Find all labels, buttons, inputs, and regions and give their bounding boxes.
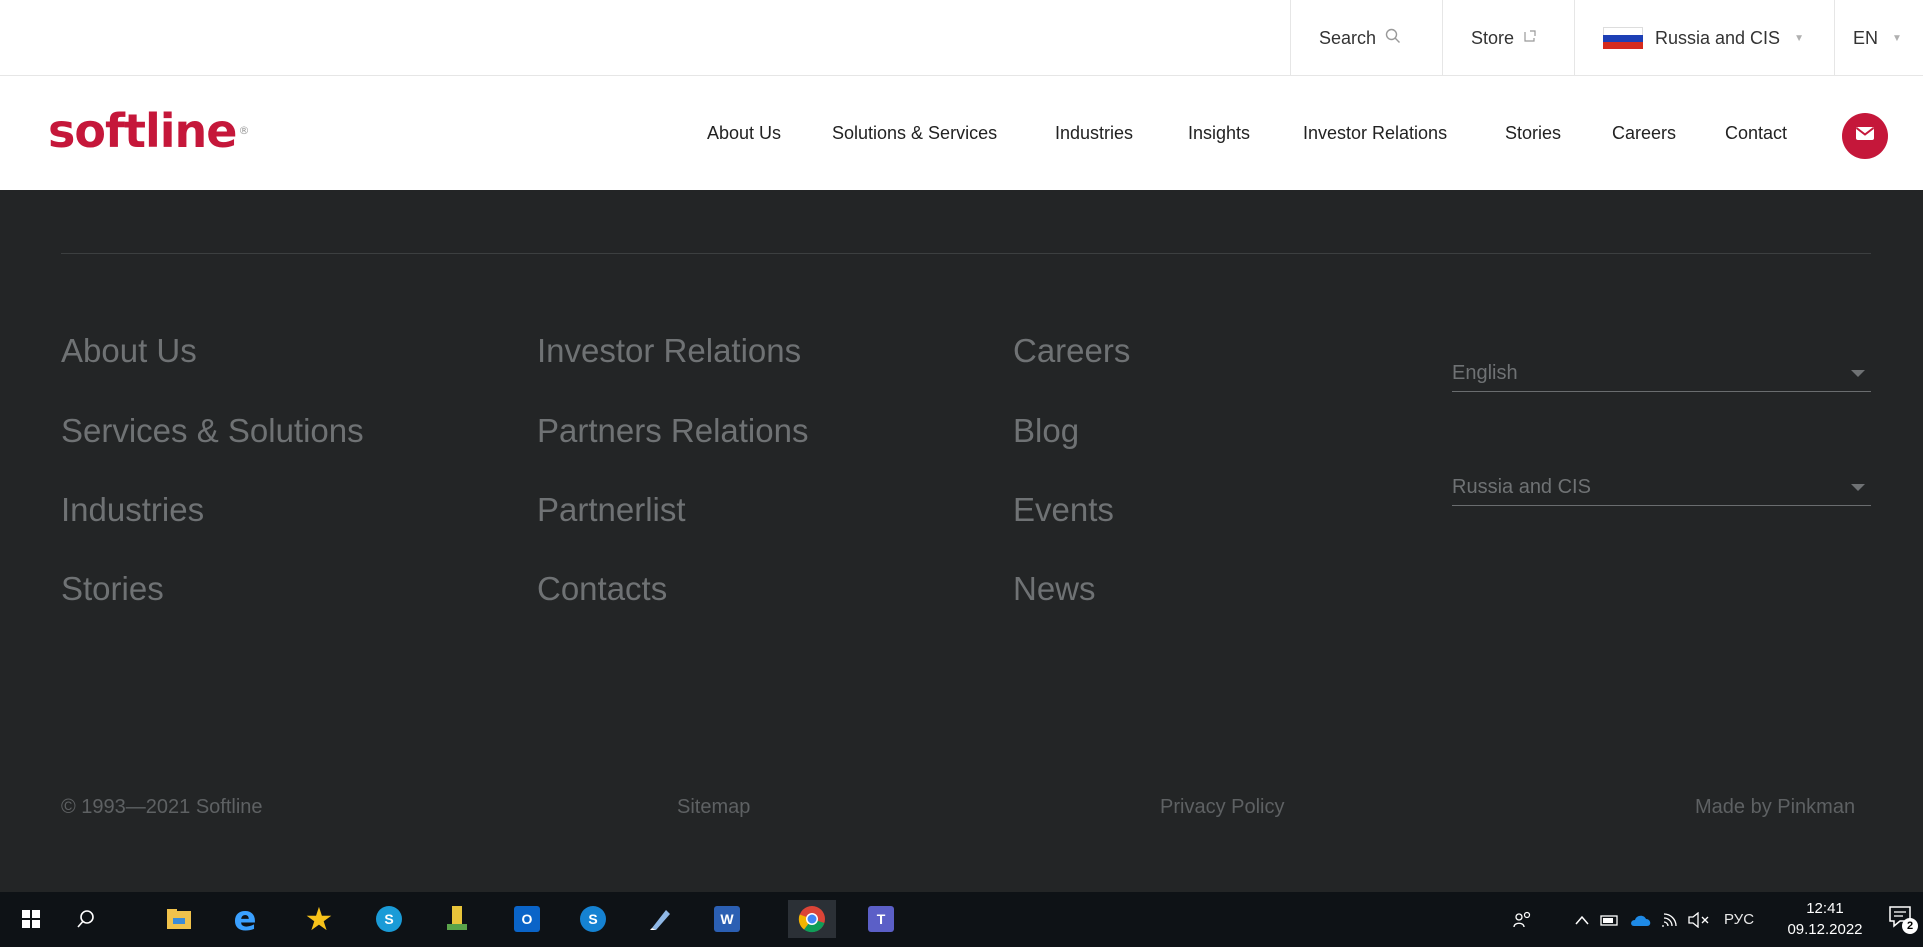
language-select-value: English	[1452, 362, 1518, 384]
footer-link-partners-relations[interactable]: Partners Relations	[537, 412, 808, 450]
footer-link-partnerlist[interactable]: Partnerlist	[537, 491, 686, 529]
region-select-value: Russia and CIS	[1452, 476, 1591, 498]
windows-start-icon[interactable]	[12, 900, 50, 938]
made-by-link[interactable]: Made by Pinkman	[1695, 796, 1855, 819]
nav-item-stories[interactable]: Stories	[1505, 76, 1561, 190]
language-selector[interactable]: EN ▼	[1834, 0, 1923, 76]
nav-label: Careers	[1612, 122, 1677, 143]
skype-business-icon[interactable]: S	[574, 900, 612, 938]
nav-item-insights[interactable]: Insights	[1188, 76, 1250, 190]
language-label: EN	[1853, 27, 1879, 48]
footer-link-about[interactable]: About Us	[61, 332, 197, 370]
footer-link-news[interactable]: News	[1013, 570, 1096, 608]
clock-time: 12:41	[1806, 900, 1844, 917]
notification-badge: 2	[1902, 918, 1918, 934]
site-footer: About Us Services & Solutions Industries…	[0, 190, 1923, 892]
nav-label: Investor Relations	[1303, 122, 1448, 143]
logo-text: softline	[48, 104, 237, 158]
russia-flag-icon	[1603, 27, 1643, 49]
region-label: Russia and CIS	[1655, 27, 1781, 48]
softline-logo[interactable]: softline ®	[48, 104, 249, 158]
footer-link-services[interactable]: Services & Solutions	[61, 412, 364, 450]
notification-center-icon[interactable]: 2	[1888, 904, 1918, 934]
chevron-up-icon[interactable]	[1575, 892, 1589, 947]
word-icon[interactable]: W	[708, 900, 746, 938]
search-icon[interactable]	[67, 900, 105, 938]
nav-item-careers[interactable]: Careers	[1612, 76, 1676, 190]
dropdown-arrow-icon	[1851, 370, 1865, 377]
clock-date: 09.12.2022	[1787, 921, 1863, 938]
chevron-down-icon: ▼	[1794, 32, 1804, 44]
nav-item-about[interactable]: About Us	[707, 76, 781, 190]
nav-item-industries[interactable]: Industries	[1055, 76, 1133, 190]
search-button[interactable]: Search	[1290, 0, 1442, 76]
volume-muted-icon[interactable]	[1687, 892, 1711, 947]
dropdown-arrow-icon	[1851, 484, 1865, 491]
search-label: Search	[1319, 27, 1377, 48]
region-selector[interactable]: Russia and CIS ▼	[1574, 0, 1834, 76]
chrome-icon[interactable]	[788, 900, 836, 938]
nav-label: Solutions & Services	[832, 122, 998, 143]
nav-label: Industries	[1055, 122, 1134, 143]
chevron-down-icon: ▼	[1892, 32, 1902, 44]
archive-tool-icon[interactable]	[438, 900, 476, 938]
search-icon	[1385, 28, 1401, 49]
utility-bar: Search Store Russia and CIS ▼ EN ▼	[0, 0, 1923, 76]
nav-label: Insights	[1188, 122, 1251, 143]
registered-mark-icon: ®	[238, 124, 249, 137]
store-link[interactable]: Store	[1442, 0, 1574, 76]
people-icon[interactable]	[1512, 892, 1534, 947]
footer-link-contacts[interactable]: Contacts	[537, 570, 667, 608]
onedrive-icon[interactable]	[1630, 892, 1652, 947]
footer-link-blog[interactable]: Blog	[1013, 412, 1079, 450]
store-label: Store	[1471, 27, 1515, 48]
file-explorer-icon[interactable]	[160, 900, 198, 938]
notes-app-icon[interactable]	[640, 900, 678, 938]
footer-link-investor-relations[interactable]: Investor Relations	[537, 332, 801, 370]
nav-item-solutions[interactable]: Solutions & Services	[832, 76, 997, 190]
footer-link-stories[interactable]: Stories	[61, 570, 164, 608]
input-language-label: РУС	[1724, 911, 1755, 928]
copyright-text: © 1993—2021 Softline	[61, 796, 263, 818]
sitemap-link[interactable]: Sitemap	[677, 796, 750, 819]
internet-explorer-icon[interactable]: e	[226, 899, 264, 939]
skype-icon[interactable]: S	[370, 900, 408, 938]
windows-taskbar: e ★ S O S W T РУС 12:41 09.12.2022 2	[0, 892, 1923, 947]
envelope-icon	[1855, 126, 1875, 146]
nav-label: About Us	[707, 122, 782, 143]
outlook-icon[interactable]: O	[508, 900, 546, 938]
footer-divider	[61, 253, 1871, 254]
footer-link-events[interactable]: Events	[1013, 491, 1114, 529]
footer-link-industries[interactable]: Industries	[61, 491, 204, 529]
system-clock[interactable]: 12:41 09.12.2022	[1780, 898, 1870, 940]
privacy-policy-link[interactable]: Privacy Policy	[1160, 796, 1284, 819]
footer-link-careers[interactable]: Careers	[1013, 332, 1130, 370]
nav-label: Stories	[1505, 122, 1562, 143]
region-select[interactable]: Russia and CIS	[1452, 446, 1871, 506]
nav-item-contact[interactable]: Contact	[1725, 76, 1787, 190]
mail-button[interactable]	[1842, 113, 1888, 159]
favorites-star-icon[interactable]: ★	[300, 900, 338, 938]
nav-item-investor-relations[interactable]: Investor Relations	[1303, 76, 1447, 190]
teams-icon[interactable]: T	[862, 900, 900, 938]
external-link-icon	[1523, 29, 1537, 48]
battery-icon[interactable]	[1600, 892, 1620, 947]
nav-label: Contact	[1725, 122, 1788, 143]
main-header: softline ® About Us Solutions & Services …	[0, 76, 1923, 190]
language-select[interactable]: English	[1452, 332, 1871, 392]
input-language-indicator[interactable]: РУС	[1724, 892, 1754, 947]
wifi-icon[interactable]	[1660, 892, 1680, 947]
